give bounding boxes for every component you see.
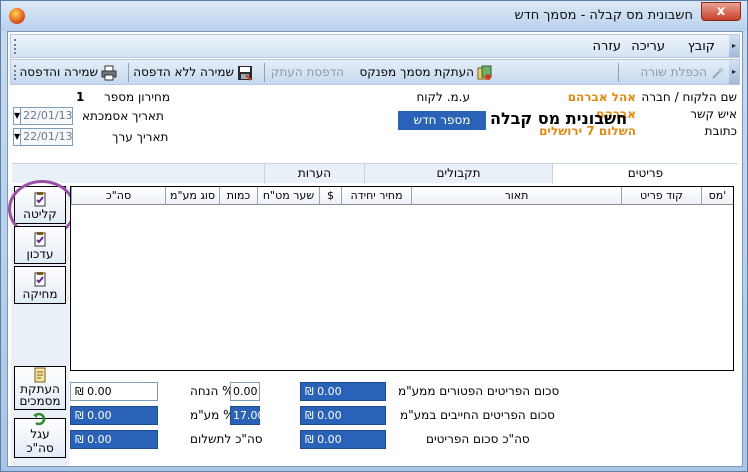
vat-percent-label: % מע"מ xyxy=(190,408,235,422)
document-header: שם הלקוח / חברה אהל אברהם איש קשר אברהם … xyxy=(10,86,740,164)
value-date-value[interactable]: 22/01/13 xyxy=(21,129,72,145)
items-total-label: סה"כ סכום הפריטים xyxy=(426,432,530,446)
client-name-value[interactable]: אהל אברהם xyxy=(568,90,636,104)
clipboard-check-icon xyxy=(32,191,48,207)
total-field-1[interactable]: ₪ 0.00 xyxy=(70,382,158,401)
vat-percent-field: 17.00 xyxy=(230,406,265,425)
copy-line-label: הכפלת שורה xyxy=(640,65,707,79)
price-list-label: מחירון מספר xyxy=(104,90,171,104)
toolbar: הכפלת שורה העתקת מסמך מפנקס הדפסת העתק ש… xyxy=(10,59,740,85)
col-quantity[interactable]: כמות xyxy=(219,187,257,205)
toolbar-overflow-icon[interactable]: ▸ xyxy=(729,60,739,84)
value-date-label: תאריך ערך xyxy=(112,130,169,144)
totals-area: ₪ 0.00 ₪ 0.00 ₪ 0.00 % הנחה 0.00 % מע"מ … xyxy=(70,372,740,466)
taxable-total-field: ₪ 0.00 xyxy=(300,406,386,425)
round-total-button[interactable]: עגל סה"כ xyxy=(14,412,66,458)
vat-id-label: ע.מ. לקוח xyxy=(416,90,470,104)
toolbar-grip-icon[interactable] xyxy=(14,65,18,80)
taxable-total-label: סכום הפריטים החייבים במע"מ xyxy=(400,408,555,422)
ref-date-value[interactable]: 22/01/13 xyxy=(21,108,72,124)
tab-receipts[interactable]: תקבולים xyxy=(364,164,552,184)
client-area: קובץ עריכה עזרה ▸ הכפלת שורה העתקת מסמך … xyxy=(7,31,743,467)
side-panel: קליטה עדכון מחיקה העתקת מסמכים עגל סה"כ xyxy=(8,180,76,466)
wand-icon xyxy=(710,65,726,81)
menu-help[interactable]: עזרה xyxy=(593,39,621,54)
ref-date-picker[interactable]: ▼ 22/01/13 xyxy=(13,107,73,125)
copy-documents-button[interactable]: העתקת מסמכים xyxy=(14,366,66,410)
document-number-field[interactable]: מספר חדש xyxy=(398,111,486,130)
delete-label: מחיקה xyxy=(22,287,58,301)
dropdown-arrow-icon[interactable]: ▼ xyxy=(14,108,22,124)
tab-notes[interactable]: הערות xyxy=(264,164,364,184)
green-arrow-icon xyxy=(32,411,48,427)
menu-bar: קובץ עריכה עזרה ▸ xyxy=(10,34,740,58)
col-vat-type[interactable]: סוג מע"מ xyxy=(165,187,219,205)
app-icon xyxy=(9,8,25,24)
copy-from-book-button[interactable]: העתקת מסמך מפנקס xyxy=(359,63,493,82)
grid-header: מס' קוד פריט תאור מחיר יחידה $ שער מט"ח … xyxy=(71,187,733,205)
total-field-2: ₪ 0.00 xyxy=(70,406,158,425)
col-item-code[interactable]: קוד פריט xyxy=(621,187,701,205)
window-title: חשבונית מס קבלה - מסמך חדש xyxy=(514,8,693,23)
dropdown-arrow-icon[interactable]: ▼ xyxy=(14,129,22,145)
to-pay-label: סה"כ לתשלום xyxy=(190,432,263,446)
value-date-picker[interactable]: ▼ 22/01/13 xyxy=(13,128,73,146)
discount-input[interactable]: 0.00 xyxy=(230,382,260,401)
save-icon xyxy=(237,65,253,81)
toolbar-separator xyxy=(618,63,619,82)
col-number[interactable]: מס' xyxy=(701,187,733,205)
items-total-field: ₪ 0.00 xyxy=(300,430,386,449)
round-total-label: עגל סה"כ xyxy=(26,427,54,455)
tab-items[interactable]: פריטים xyxy=(552,164,738,184)
ref-date-label: תאריך אסמכתא xyxy=(82,109,164,123)
capture-button[interactable]: קליטה xyxy=(8,180,76,238)
clipboard-delete-icon xyxy=(32,271,48,287)
menu-edit[interactable]: עריכה xyxy=(631,39,665,54)
client-name-label: שם הלקוח / חברה xyxy=(641,90,737,104)
col-total[interactable]: סה"כ xyxy=(71,187,165,205)
col-exchange-rate[interactable]: שער מט"ח xyxy=(257,187,319,205)
menu-file[interactable]: קובץ xyxy=(688,39,715,54)
document-plus-icon xyxy=(32,367,48,383)
items-grid[interactable]: מס' קוד פריט תאור מחיר יחידה $ שער מט"ח … xyxy=(70,186,734,371)
save-no-print-button[interactable]: שמירה ללא הדפסה xyxy=(133,63,253,82)
copy-documents-label-2: מסמכים xyxy=(19,394,61,408)
menu-overflow-icon[interactable]: ▸ xyxy=(729,35,739,57)
copy-from-book-label: העתקת מסמך מפנקס xyxy=(359,65,474,79)
copy-documents-icon xyxy=(477,65,493,81)
menu-grip-icon[interactable] xyxy=(14,39,18,54)
exempt-total-field: ₪ 0.00 xyxy=(300,382,386,401)
delete-button[interactable]: מחיקה xyxy=(14,266,66,304)
app-window: חשבונית מס קבלה - מסמך חדש x קובץ עריכה … xyxy=(0,0,748,472)
document-title: חשבונית מס קבלה xyxy=(490,109,628,128)
col-currency[interactable]: $ xyxy=(319,187,341,205)
col-unit-price[interactable]: מחיר יחידה xyxy=(341,187,411,205)
print-copy-button[interactable]: הדפסת העתק xyxy=(271,63,344,82)
price-list-value[interactable]: 1 xyxy=(76,90,84,104)
update-button[interactable]: עדכון xyxy=(14,226,66,264)
clipboard-edit-icon xyxy=(32,231,48,247)
contact-label: איש קשר xyxy=(690,107,737,121)
printer-icon xyxy=(101,65,117,81)
toolbar-separator xyxy=(128,63,129,82)
title-bar[interactable]: חשבונית מס קבלה - מסמך חדש x xyxy=(1,1,747,31)
close-button[interactable]: x xyxy=(701,2,741,21)
update-label: עדכון xyxy=(26,247,54,261)
capture-label: קליטה xyxy=(23,207,57,221)
discount-label: % הנחה xyxy=(190,384,234,398)
address-label: כתובת xyxy=(704,124,737,138)
tab-strip: פריטים תקבולים הערות xyxy=(12,163,738,184)
total-field-3: ₪ 0.00 xyxy=(70,430,158,449)
col-description[interactable]: תאור xyxy=(411,187,621,205)
exempt-total-label: סכום הפריטים הפטורים ממע"מ xyxy=(398,384,560,398)
copy-line-button[interactable]: הכפלת שורה xyxy=(640,63,726,82)
save-print-button[interactable]: שמירה והדפסה xyxy=(19,63,117,82)
print-copy-label: הדפסת העתק xyxy=(270,65,344,79)
save-no-print-label: שמירה ללא הדפסה xyxy=(133,65,234,79)
save-print-label: שמירה והדפסה xyxy=(19,65,98,79)
toolbar-separator xyxy=(264,63,265,82)
